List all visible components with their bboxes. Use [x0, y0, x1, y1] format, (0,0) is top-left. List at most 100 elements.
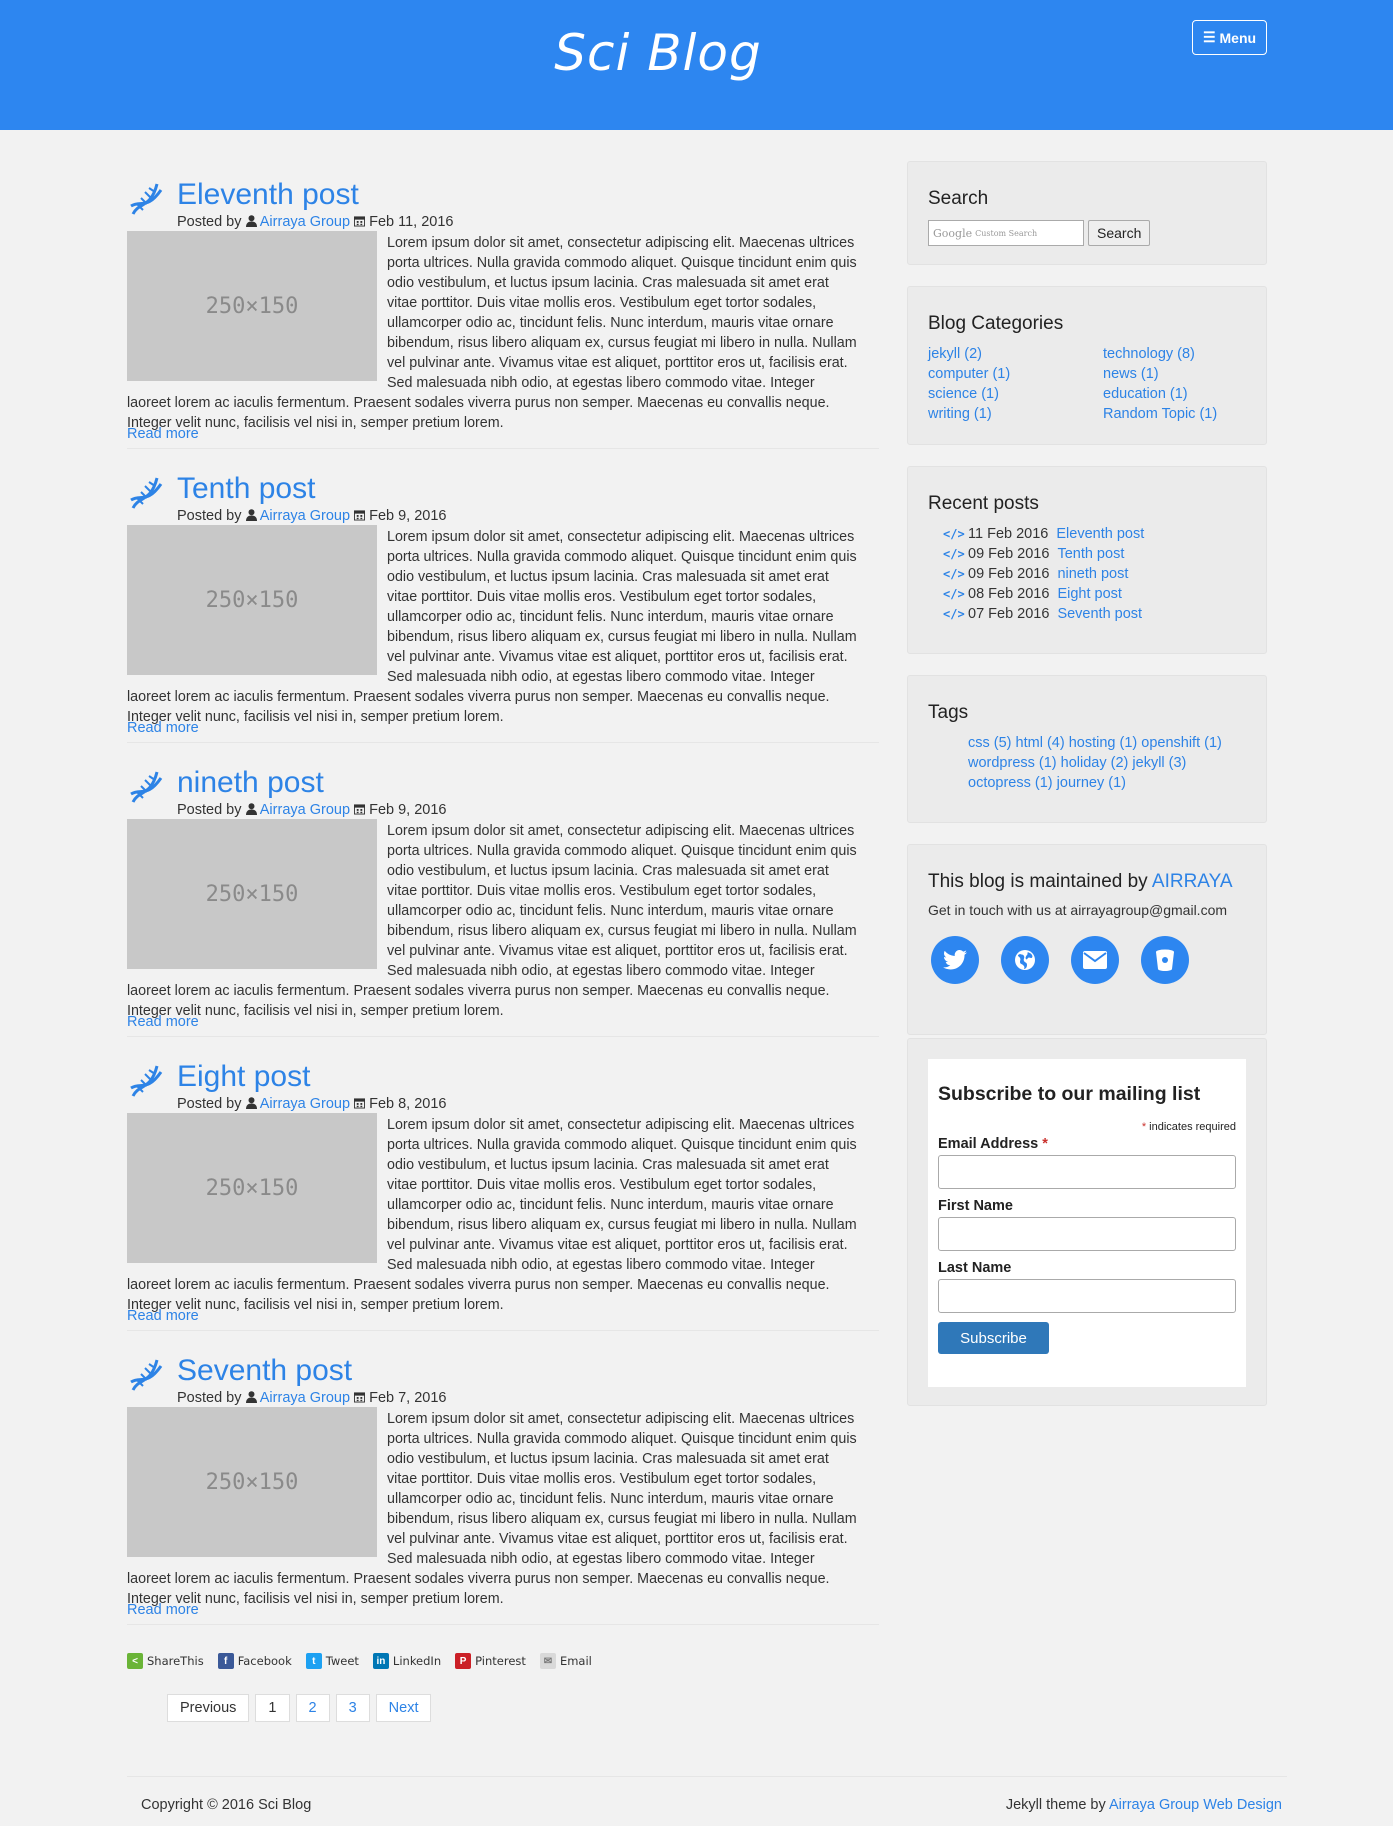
next-page-button[interactable]: Next [375, 1694, 432, 1722]
first-name-label: First Name [938, 1198, 1013, 1214]
tag-link[interactable]: holiday (2) [1061, 755, 1129, 771]
calendar-icon [354, 510, 366, 521]
post-author-link[interactable]: Airraya Group [260, 1096, 350, 1112]
hamburger-icon: ☰ [1202, 29, 1216, 45]
email-button[interactable] [1071, 936, 1119, 984]
share-tweet-button[interactable]: t Tweet [305, 1652, 359, 1670]
tag-link[interactable]: journey (1) [1057, 775, 1126, 791]
page-1-button[interactable]: 1 [255, 1694, 290, 1722]
read-more-link[interactable]: Read more [127, 426, 199, 442]
tag-link[interactable]: octopress (1) [968, 775, 1053, 791]
post-title[interactable]: nineth post [177, 766, 324, 800]
categories-list: jekyll (2) technology (8) computer (1) news… [928, 344, 1246, 424]
first-name-field[interactable] [938, 1217, 1236, 1251]
read-more-link[interactable]: Read more [127, 1014, 199, 1030]
category-link[interactable]: writing (1) [928, 404, 1103, 424]
user-icon [245, 1097, 257, 1109]
recent-post-link[interactable]: nineth post [1057, 564, 1128, 584]
share-facebook-button[interactable]: f Facebook [217, 1652, 292, 1670]
share-sharethis-button[interactable]: < ShareThis [127, 1652, 204, 1670]
category-link[interactable]: technology (8) [1103, 344, 1253, 364]
post-divider [127, 448, 879, 449]
page-2-button[interactable]: 2 [295, 1694, 330, 1722]
email-label: Email Address * [938, 1136, 1236, 1152]
tags-title: Tags [928, 702, 969, 723]
read-more-link[interactable]: Read more [127, 1602, 199, 1618]
category-link[interactable]: education (1) [1103, 384, 1253, 404]
tag-link[interactable]: hosting (1) [1069, 735, 1138, 751]
tag-link[interactable]: html (4) [1016, 735, 1065, 751]
read-more-link[interactable]: Read more [127, 720, 199, 736]
website-button[interactable] [1001, 936, 1049, 984]
previous-page-button[interactable]: Previous [167, 1694, 250, 1722]
subscribe-button[interactable]: Subscribe [938, 1322, 1049, 1354]
share-pinterest-button[interactable]: P Pinterest [455, 1652, 526, 1670]
post-author-link[interactable]: Airraya Group [260, 508, 350, 524]
recent-post-link[interactable]: Eleventh post [1056, 524, 1144, 544]
category-link[interactable]: computer (1) [928, 364, 1103, 384]
share-linkedin-button[interactable]: in LinkedIn [372, 1652, 441, 1670]
email-field[interactable] [938, 1155, 1236, 1189]
category-link[interactable]: science (1) [928, 384, 1103, 404]
footer-theme-link[interactable]: Airraya Group Web Design [1109, 1797, 1282, 1813]
share-bar: < ShareThis f Facebook t Tweet in LinkedIn P Pint… [127, 1652, 592, 1670]
user-icon [245, 215, 257, 227]
page-3-button[interactable]: 3 [335, 1694, 370, 1722]
tag-link[interactable]: css (5) [968, 735, 1012, 751]
read-more-link[interactable]: Read more [127, 1308, 199, 1324]
last-name-field[interactable] [938, 1279, 1236, 1313]
post-title[interactable]: Seventh post [177, 1354, 352, 1388]
twitter-button[interactable] [931, 936, 979, 984]
post-author-link[interactable]: Airraya Group [260, 802, 350, 818]
recent-post-link[interactable]: Seventh post [1057, 604, 1142, 624]
category-link[interactable]: Random Topic (1) [1103, 404, 1253, 424]
category-link[interactable]: news (1) [1103, 364, 1253, 384]
calendar-icon [354, 1098, 366, 1109]
post-title[interactable]: Eight post [177, 1060, 310, 1094]
post-author-link[interactable]: Airraya Group [260, 214, 350, 230]
categories-widget: Blog Categories jekyll (2) technology (8)… [907, 286, 1267, 445]
category-link[interactable]: jekyll (2) [928, 344, 1103, 364]
share-label: Email [559, 1654, 592, 1668]
post-item: Tenth post Posted by Airraya Group Feb 9… [127, 472, 879, 744]
share-label: Pinterest [475, 1654, 526, 1668]
site-brand[interactable]: Sci Blog [0, 24, 1316, 82]
maintainer-prefix: This blog is maintained by [928, 871, 1148, 892]
post-date: Feb 8, 2016 [369, 1096, 447, 1112]
post-title[interactable]: Eleventh post [177, 178, 359, 212]
post-author-link[interactable]: Airraya Group [260, 1390, 350, 1406]
post-excerpt: Lorem ipsum dolor sit amet, consectetur … [127, 1115, 862, 1315]
post-title[interactable]: Tenth post [177, 472, 315, 506]
recent-posts-title: Recent posts [928, 493, 1039, 514]
bucket-button[interactable] [1141, 936, 1189, 984]
post-date: Feb 11, 2016 [369, 214, 454, 230]
maintainer-heading: This blog is maintained by AIRRAYA [928, 871, 1246, 893]
recent-post-item: </> 09 Feb 2016 Tenth post [943, 544, 1246, 564]
recent-post-date: 07 Feb 2016 [968, 606, 1050, 622]
post-meta: Posted by Airraya Group Feb 11, 2016 [177, 214, 453, 230]
share-label: Facebook [237, 1654, 292, 1668]
post-date: Feb 9, 2016 [369, 802, 447, 818]
menu-button-label: Menu [1219, 29, 1257, 46]
search-button[interactable]: Search [1088, 220, 1151, 246]
subscribe-widget: Subscribe to our mailing list * indicate… [907, 1038, 1267, 1406]
twitter-icon: t [305, 1653, 322, 1669]
maintainer-link[interactable]: AIRRAYA [1152, 871, 1233, 892]
post-meta: Posted by Airraya Group Feb 8, 2016 [177, 1096, 447, 1112]
post-meta: Posted by Airraya Group Feb 9, 2016 [177, 802, 447, 818]
menu-button[interactable]: ☰ Menu [1192, 20, 1267, 55]
dna-icon [130, 477, 163, 509]
recent-post-link[interactable]: Tenth post [1057, 544, 1124, 564]
post-divider [127, 1330, 879, 1331]
tag-link[interactable]: wordpress (1) [968, 755, 1057, 771]
bucket-icon [1156, 949, 1174, 971]
share-email-button[interactable]: ✉ Email [539, 1652, 592, 1670]
recent-post-link[interactable]: Eight post [1057, 584, 1122, 604]
required-note: * indicates required [938, 1121, 1236, 1133]
tag-link[interactable]: openshift (1) [1141, 735, 1222, 751]
search-input[interactable]: Google Custom Search [928, 220, 1084, 246]
code-icon: </> [943, 607, 965, 621]
tag-link[interactable]: jekyll (3) [1132, 755, 1186, 771]
footer-credit: Jekyll theme by Airraya Group Web Design [1006, 1797, 1282, 1813]
post-date: Feb 9, 2016 [369, 508, 447, 524]
